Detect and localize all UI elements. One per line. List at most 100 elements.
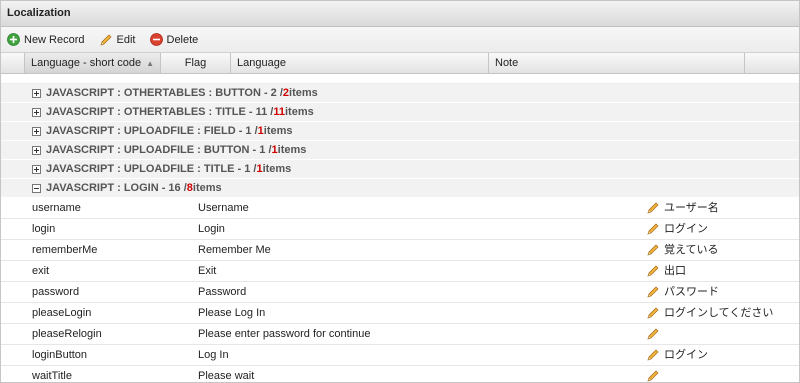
row-translation: ユーザー名 [664, 202, 719, 214]
pencil-icon[interactable] [646, 306, 660, 320]
row-key: exit [32, 265, 50, 277]
plus-box-icon[interactable] [32, 145, 41, 155]
plus-box-icon[interactable] [32, 88, 41, 98]
table-row[interactable]: loginButton Log In ログイン [1, 345, 799, 366]
row-value: Username [198, 202, 249, 214]
group-row[interactable]: JAVASCRIPT : UPLOADFILE : TITLE - 1 / 1 … [1, 160, 799, 179]
row-translation: 覚えている [664, 244, 719, 256]
row-note-cell: 覚えている [646, 240, 799, 260]
row-value: Please Log In [198, 307, 266, 319]
column-header-language[interactable]: Language [231, 53, 489, 73]
table-row[interactable]: waitTitle Please wait [1, 366, 799, 383]
table-row[interactable]: login Login ログイン [1, 219, 799, 240]
pencil-icon[interactable] [646, 348, 660, 362]
pencil-icon[interactable] [646, 264, 660, 278]
row-note-cell: ログイン [646, 219, 799, 239]
group-count: 11 [273, 106, 285, 118]
column-header-note[interactable]: Note [489, 53, 745, 73]
pencil-icon[interactable] [646, 369, 660, 383]
row-value: Please wait [198, 370, 255, 382]
row-note-cell: ユーザー名 [646, 198, 799, 218]
plus-box-icon[interactable] [32, 126, 41, 136]
group-label: JAVASCRIPT : OTHERTABLES : BUTTON - 2 / [46, 87, 283, 99]
column-header-short-code-label: Language - short code [31, 57, 142, 69]
plus-box-icon[interactable] [32, 164, 41, 174]
sort-asc-icon: ▲ [146, 59, 154, 68]
group-row-expanded[interactable]: JAVASCRIPT : LOGIN - 16 / 8 items [1, 179, 799, 198]
row-translation: ログイン [664, 349, 708, 361]
row-value: Please enter password for continue [198, 328, 371, 340]
new-record-label: New Record [24, 33, 85, 46]
grid-spacer [1, 74, 799, 84]
delete-button[interactable]: Delete [149, 33, 199, 46]
panel-title: Localization [1, 1, 799, 27]
edit-label: Edit [116, 33, 136, 46]
row-value: Password [198, 286, 247, 298]
row-note-cell: パスワード [646, 282, 799, 302]
table-row[interactable]: password Password パスワード [1, 282, 799, 303]
group-label: JAVASCRIPT : UPLOADFILE : BUTTON - 1 / [46, 144, 272, 156]
pencil-icon[interactable] [646, 201, 660, 215]
group-suffix: items [277, 144, 307, 156]
group-label: JAVASCRIPT : OTHERTABLES : TITLE - 11 / [46, 106, 274, 118]
row-value: Remember Me [198, 244, 271, 256]
add-circle-icon [7, 33, 20, 46]
row-key: rememberMe [32, 244, 98, 256]
row-note-cell: ログインしてください [646, 303, 799, 323]
group-label: JAVASCRIPT : UPLOADFILE : FIELD - 1 / [46, 125, 258, 137]
row-translation: ログインしてください [664, 307, 774, 319]
row-note-cell [646, 366, 799, 383]
row-translation: ログイン [664, 223, 708, 235]
delete-circle-icon [149, 33, 163, 46]
group-suffix: items [289, 87, 318, 99]
column-header-flag[interactable]: Flag [161, 53, 231, 73]
row-key: pleaseLogin [32, 307, 92, 319]
row-note-cell: 出口 [646, 261, 799, 281]
group-suffix: items [192, 182, 222, 194]
table-row[interactable]: exit Exit 出口 [1, 261, 799, 282]
edit-button[interactable]: Edit [99, 33, 136, 47]
row-value: Exit [198, 265, 217, 277]
table-row[interactable]: rememberMe Remember Me 覚えている [1, 240, 799, 261]
group-label: JAVASCRIPT : UPLOADFILE : TITLE - 1 / [46, 163, 257, 175]
row-key: login [32, 223, 56, 235]
toolbar: New Record Edit Delete [1, 27, 799, 53]
group-row[interactable]: JAVASCRIPT : UPLOADFILE : BUTTON - 1 / 1… [1, 141, 799, 160]
row-key: pleaseRelogin [32, 328, 102, 340]
group-row[interactable]: JAVASCRIPT : OTHERTABLES : BUTTON - 2 / … [1, 84, 799, 103]
column-header-flag-label: Flag [184, 57, 207, 69]
group-label: JAVASCRIPT : LOGIN - 16 / [46, 182, 187, 194]
table-row[interactable]: username Username ユーザー名 [1, 198, 799, 219]
pencil-icon[interactable] [646, 285, 660, 299]
table-row[interactable]: pleaseRelogin Please enter password for … [1, 324, 799, 345]
row-key: username [32, 202, 81, 214]
header-filler [745, 53, 799, 73]
pencil-icon[interactable] [646, 222, 660, 236]
pencil-icon[interactable] [646, 327, 660, 341]
row-key: waitTitle [32, 370, 72, 382]
group-suffix: items [262, 163, 292, 175]
column-header-short-code[interactable]: Language - short code ▲ [25, 53, 161, 73]
pencil-icon[interactable] [646, 243, 660, 257]
localization-panel: Localization New Record Edit Delete Lang… [0, 0, 800, 383]
row-value: Log In [198, 349, 229, 361]
group-suffix: items [285, 106, 314, 118]
column-header-language-label: Language [237, 57, 286, 69]
delete-label: Delete [166, 33, 199, 46]
column-header-note-label: Note [495, 57, 519, 69]
row-value: Login [198, 223, 225, 235]
plus-box-icon[interactable] [32, 107, 41, 117]
row-note-cell [646, 324, 799, 344]
group-suffix: items [263, 125, 293, 137]
minus-box-icon[interactable] [32, 183, 41, 193]
row-translation: 出口 [664, 265, 686, 277]
new-record-button[interactable]: New Record [7, 33, 85, 46]
table-row[interactable]: pleaseLogin Please Log In ログインしてください [1, 303, 799, 324]
row-note-cell: ログイン [646, 345, 799, 365]
row-key: password [32, 286, 80, 298]
group-row[interactable]: JAVASCRIPT : UPLOADFILE : FIELD - 1 / 1 … [1, 122, 799, 141]
expander-column-header [1, 53, 25, 73]
grid-header: Language - short code ▲ Flag Language No… [1, 53, 799, 74]
group-row[interactable]: JAVASCRIPT : OTHERTABLES : TITLE - 11 / … [1, 103, 799, 122]
grid-body: JAVASCRIPT : OTHERTABLES : BUTTON - 2 / … [1, 84, 799, 383]
